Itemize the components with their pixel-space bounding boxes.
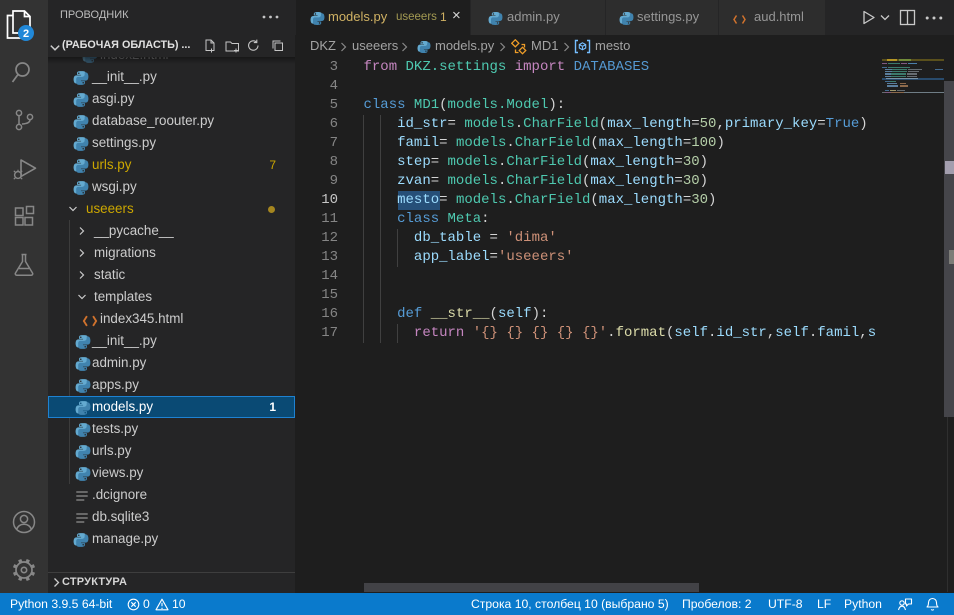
svg-text:2: 2 bbox=[23, 28, 29, 40]
